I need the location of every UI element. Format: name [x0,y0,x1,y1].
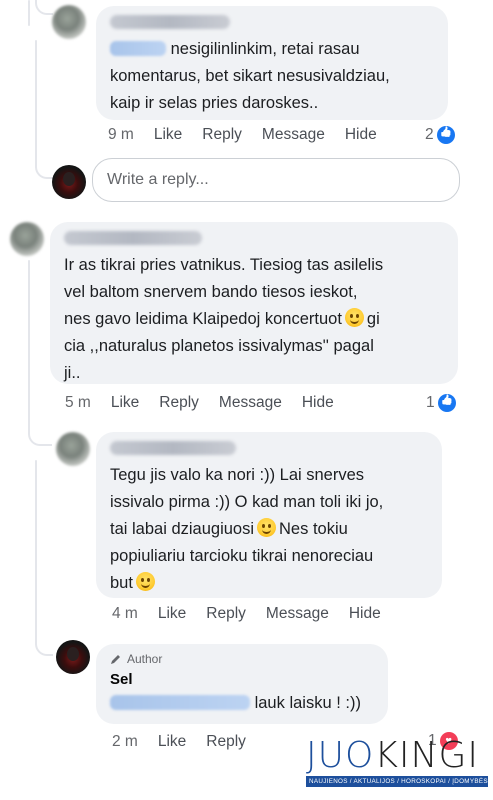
message-button[interactable]: Message [262,126,325,144]
comment-bubble: nesigilinlinkim, retai rasau komentarus,… [96,6,448,120]
author-name[interactable] [64,231,202,245]
comment-bubble: Author Sel lauk laisku ! :)) [96,644,388,724]
comment-actions: 9 m Like Reply Message Hide [108,126,397,144]
comment-bubble: Ir as tikrai pries vatnikus. Tiesiog tas… [50,222,458,384]
mention-tag[interactable] [110,695,250,710]
watermark-logo: JUOKINGI NAUJIENOS / AKTUALIJOS / HOROSK… [306,738,488,790]
timestamp[interactable]: 5 m [65,394,91,412]
thread-connector [35,632,53,656]
comment-text: Tegu jis valo ka nori :)) Lai snerves is… [110,466,384,592]
avatar[interactable] [52,5,86,39]
hide-button[interactable]: Hide [302,394,334,412]
comment-bubble: Tegu jis valo ka nori :)) Lai snerves is… [96,432,442,598]
author-avatar[interactable] [56,640,90,674]
message-button[interactable]: Message [266,605,329,623]
pencil-icon [111,655,120,664]
reply-button[interactable]: Reply [202,126,242,144]
timestamp[interactable]: 4 m [112,605,138,623]
thread-connector [35,155,53,179]
smile-emoji-icon [135,572,155,591]
reply-button[interactable]: Reply [206,605,246,623]
reaction-count[interactable]: 1 [426,394,456,412]
comment-text: lauk laisku ! :)) [110,690,374,716]
comment-author[interactable]: Sel [110,670,374,690]
timestamp[interactable]: 9 m [108,126,134,144]
thread-line [35,460,37,645]
message-button[interactable]: Message [219,394,282,412]
reply-button[interactable]: Reply [206,733,246,751]
thread-line [28,260,30,430]
reply-button[interactable]: Reply [159,394,199,412]
hide-button[interactable]: Hide [345,126,377,144]
comment-actions: 5 m Like Reply Message Hide [65,394,354,412]
avatar[interactable] [10,222,44,256]
thread-connector [28,416,52,446]
like-reaction-icon [437,394,456,412]
logo-tagline: NAUJIENOS / AKTUALIJOS / HOROSKOPAI / ĮD… [306,776,488,787]
like-reaction-icon [436,126,455,144]
thread-line [28,0,30,26]
comment-actions: 2 m Like Reply [112,733,266,751]
reaction-count[interactable]: 2 [425,126,455,144]
thread-line [35,40,37,168]
hide-button[interactable]: Hide [349,605,381,623]
like-button[interactable]: Like [158,605,186,623]
avatar[interactable] [56,432,90,466]
like-button[interactable]: Like [158,733,186,751]
current-user-avatar[interactable] [52,165,86,199]
author-name[interactable] [110,441,236,455]
comment-text: nesigilinlinkim, retai rasau komentarus,… [110,40,390,112]
mention-tag[interactable] [110,41,166,56]
author-badge: Author [110,652,374,666]
comment-actions: 4 m Like Reply Message Hide [112,605,401,623]
like-button[interactable]: Like [154,126,182,144]
like-button[interactable]: Like [111,394,139,412]
reply-input[interactable]: Write a reply... [92,158,460,202]
smile-emoji-icon [344,308,364,327]
logo-text: JUOKINGI [306,735,479,776]
smile-emoji-icon [257,518,277,537]
timestamp[interactable]: 2 m [112,733,138,751]
reply-placeholder: Write a reply... [107,171,209,188]
thread-connector [35,0,53,15]
comment-text: Ir as tikrai pries vatnikus. Tiesiog tas… [64,256,384,382]
author-name[interactable] [110,15,230,29]
